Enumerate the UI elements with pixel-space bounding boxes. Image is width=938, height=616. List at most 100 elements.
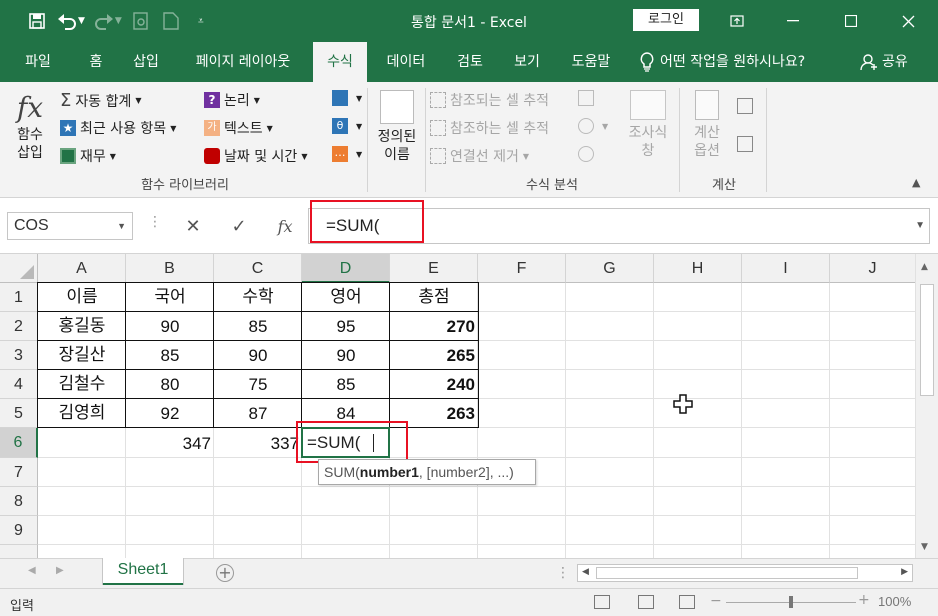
cell-e5[interactable]: 263 <box>390 399 478 428</box>
row-header-6[interactable]: 6 <box>0 428 38 458</box>
tab-split-handle-icon[interactable]: ⋮ <box>556 565 570 581</box>
trace-precedents-button[interactable]: 참조되는 셀 추적 <box>430 90 549 110</box>
page-layout-view-icon[interactable] <box>638 595 654 609</box>
cell-e2[interactable]: 270 <box>390 312 478 341</box>
cell-a4[interactable]: 김철수 <box>38 370 126 399</box>
math-trig-button[interactable]: θ ▼ <box>332 118 362 134</box>
collapse-ribbon-icon[interactable]: ▲ <box>912 176 920 189</box>
tab-view[interactable]: 보기 <box>503 42 551 82</box>
defined-names-button[interactable]: 정의된 이름 <box>372 90 422 164</box>
row-header-2[interactable]: 2 <box>0 312 38 341</box>
remove-arrows-button[interactable]: 연결선 제거 ▼ <box>430 146 529 166</box>
cell-b5[interactable]: 92 <box>126 399 214 428</box>
trace-dependents-button[interactable]: 참조하는 셀 추적 <box>430 118 549 138</box>
cell-c2[interactable]: 85 <box>214 312 302 341</box>
tab-page-layout[interactable]: 페이지 레이아웃 <box>178 42 308 82</box>
cell-b2[interactable]: 90 <box>126 312 214 341</box>
chevron-down-icon[interactable]: ▼ <box>117 213 126 239</box>
row-header-8[interactable]: 8 <box>0 487 38 516</box>
autosum-button[interactable]: Σ 자동 합계 ▼ <box>60 90 142 111</box>
column-header-j[interactable]: J <box>830 254 916 283</box>
cancel-icon[interactable]: ✕ <box>185 216 200 237</box>
zoom-in-icon[interactable]: + <box>858 592 870 608</box>
horizontal-scrollbar[interactable]: ◀ ▶ <box>577 564 913 582</box>
recent-functions-button[interactable]: ★ 최근 사용 항목 ▼ <box>60 118 176 138</box>
tab-data[interactable]: 데이터 <box>374 42 438 82</box>
cell-b3[interactable]: 85 <box>126 341 214 370</box>
scroll-up-icon[interactable]: ▲ <box>921 262 928 272</box>
row-header-9[interactable]: 9 <box>0 516 38 545</box>
zoom-level[interactable]: 100% <box>878 594 911 609</box>
datetime-button[interactable]: 날짜 및 시간 ▼ <box>204 146 307 166</box>
scroll-down-icon[interactable]: ▼ <box>921 542 928 552</box>
column-header-g[interactable]: G <box>566 254 654 283</box>
ribbon-display-options-icon[interactable] <box>717 6 757 36</box>
login-button[interactable]: 로그인 <box>633 9 699 31</box>
cell-d4[interactable]: 85 <box>302 370 390 399</box>
tab-review[interactable]: 검토 <box>446 42 494 82</box>
minimize-icon[interactable] <box>773 6 813 36</box>
row-header-10[interactable] <box>0 545 38 558</box>
page-break-view-icon[interactable] <box>679 595 695 609</box>
undo-dropdown-icon[interactable]: ▼ <box>78 16 85 26</box>
add-sheet-icon[interactable]: + <box>216 564 234 582</box>
cell-a2[interactable]: 홍길동 <box>38 312 126 341</box>
print-preview-icon[interactable] <box>130 10 152 32</box>
tab-formulas[interactable]: 수식 <box>313 42 367 82</box>
cell-c6[interactable]: 337 <box>214 429 302 458</box>
expand-formula-icon[interactable]: ▼ <box>915 209 925 243</box>
scroll-right-icon[interactable]: ▶ <box>901 567 908 577</box>
cell-a1[interactable]: 이름 <box>38 283 126 312</box>
cell-d3[interactable]: 90 <box>302 341 390 370</box>
column-header-i[interactable]: I <box>742 254 830 283</box>
close-icon[interactable] <box>888 6 928 36</box>
cell-b1[interactable]: 국어 <box>126 283 214 312</box>
resize-handle-icon[interactable]: ⋮ <box>148 214 162 230</box>
maximize-icon[interactable] <box>831 6 871 36</box>
row-header-1[interactable]: 1 <box>0 283 38 312</box>
scroll-left-icon[interactable]: ◀ <box>582 567 589 577</box>
evaluate-formula-icon[interactable] <box>578 146 598 162</box>
column-header-d[interactable]: D <box>302 254 390 283</box>
normal-view-icon[interactable] <box>594 595 610 609</box>
row-header-7[interactable]: 7 <box>0 458 38 487</box>
cell-b4[interactable]: 80 <box>126 370 214 399</box>
cell-b6[interactable]: 347 <box>126 429 214 458</box>
undo-icon[interactable] <box>56 10 78 32</box>
text-functions-button[interactable]: 가 텍스트 ▼ <box>204 118 273 138</box>
vertical-scroll-thumb[interactable] <box>920 284 934 396</box>
tab-help[interactable]: 도움말 <box>559 42 623 82</box>
calc-options-button[interactable]: 계산 옵션 <box>684 90 730 160</box>
more-functions-button[interactable]: … ▼ <box>332 146 362 162</box>
cell-a5[interactable]: 김영희 <box>38 399 126 428</box>
next-sheet-icon[interactable]: ▶ <box>56 565 64 576</box>
insert-function-icon[interactable]: fx <box>278 217 293 236</box>
tab-insert[interactable]: 삽입 <box>122 42 170 82</box>
column-header-h[interactable]: H <box>654 254 742 283</box>
row-header-5[interactable]: 5 <box>0 399 38 428</box>
cell-c3[interactable]: 90 <box>214 341 302 370</box>
name-box[interactable]: COS ▼ <box>7 212 133 240</box>
active-cell-d6[interactable]: =SUM( <box>301 427 390 458</box>
calculate-now-icon[interactable] <box>737 98 757 114</box>
share-button[interactable]: 공유 <box>860 42 908 82</box>
calculate-sheet-icon[interactable] <box>737 136 757 152</box>
vertical-scrollbar[interactable]: ▲ ▼ <box>915 254 938 558</box>
zoom-slider-thumb[interactable] <box>789 596 793 608</box>
show-formulas-icon[interactable] <box>578 90 598 106</box>
cell-e4[interactable]: 240 <box>390 370 478 399</box>
row-header-4[interactable]: 4 <box>0 370 38 399</box>
redo-dropdown-icon[interactable]: ▼ <box>115 16 122 26</box>
column-header-e[interactable]: E <box>390 254 478 283</box>
previous-sheet-icon[interactable]: ◀ <box>28 565 36 576</box>
row-header-3[interactable]: 3 <box>0 341 38 370</box>
cell-d5[interactable]: 84 <box>302 399 390 428</box>
formula-input[interactable]: =SUM( ▼ <box>308 208 930 244</box>
column-header-c[interactable]: C <box>214 254 302 283</box>
zoom-out-icon[interactable]: − <box>710 593 722 609</box>
column-header-f[interactable]: F <box>478 254 566 283</box>
sheet-tab-sheet1[interactable]: Sheet1 <box>103 558 183 585</box>
error-checking-icon[interactable]: ▼ <box>578 118 608 134</box>
cell-c1[interactable]: 수학 <box>214 283 302 312</box>
tab-file[interactable]: 파일 <box>10 42 66 82</box>
